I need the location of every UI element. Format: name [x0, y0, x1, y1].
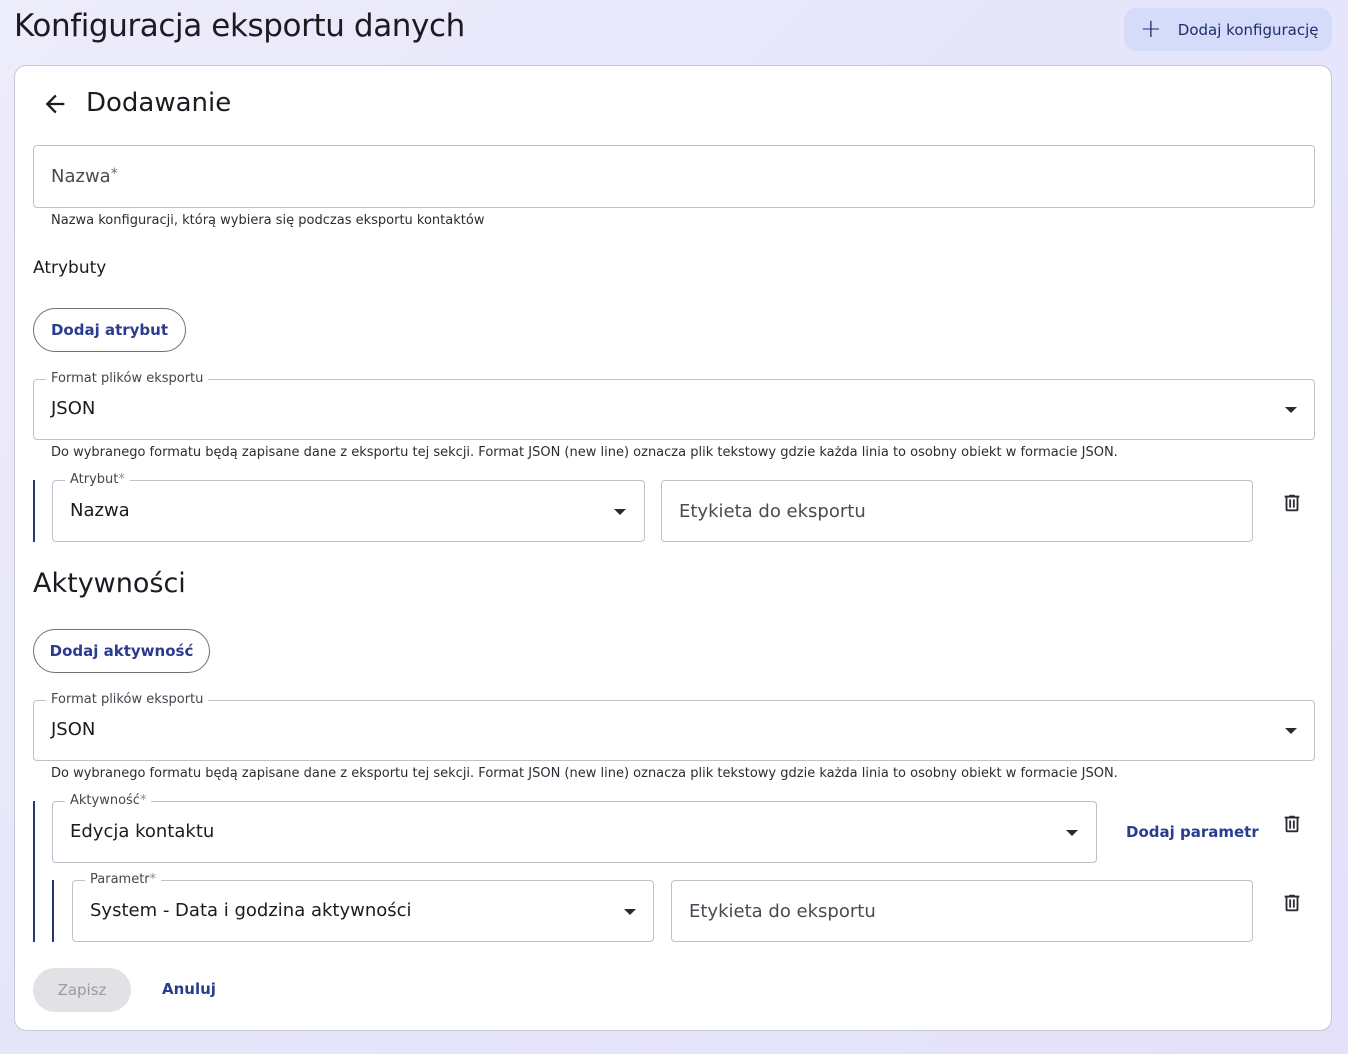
activities-format-select[interactable]: Format plików eksportu JSON — [33, 691, 1315, 761]
parameter-value: System - Data i godzina aktywności — [90, 900, 412, 921]
chevron-down-icon — [1066, 830, 1078, 836]
attributes-format-helper: Do wybranego formatu będą zapisane dane … — [51, 445, 1118, 460]
attribute-value: Nazwa — [70, 500, 130, 521]
attribute-export-label-placeholder: Etykieta do eksportu — [679, 501, 866, 522]
activity-value: Edycja kontaktu — [70, 821, 215, 842]
attribute-select[interactable]: Atrybut* Nazwa — [52, 471, 645, 542]
name-input[interactable]: Nazwa* — [33, 145, 1315, 208]
card-title: Dodawanie — [86, 88, 232, 118]
add-configuration-label: Dodaj konfigurację — [1177, 20, 1319, 39]
attributes-label: Atrybuty — [33, 258, 107, 278]
chevron-down-icon — [1285, 407, 1297, 413]
chevron-down-icon — [624, 909, 636, 915]
page-title: Konfiguracja eksportu danych — [14, 8, 465, 44]
add-attribute-button[interactable]: Dodaj atrybut — [33, 308, 186, 352]
add-parameter-button[interactable]: Dodaj parametr — [1126, 823, 1259, 841]
attribute-legend: Atrybut* — [65, 471, 130, 489]
parameter-export-label-input[interactable]: Etykieta do eksportu — [671, 880, 1253, 942]
save-button[interactable]: Zapisz — [33, 968, 131, 1012]
parameter-legend: Parametr* — [85, 871, 162, 889]
activity-legend: Aktywność* — [65, 792, 152, 810]
activities-format-legend: Format plików eksportu — [46, 691, 209, 709]
activities-title: Aktywności — [33, 568, 186, 599]
attributes-format-value: JSON — [51, 398, 96, 419]
activity-row-indicator — [33, 801, 35, 942]
add-activity-button[interactable]: Dodaj aktywność — [33, 629, 210, 673]
parameter-select[interactable]: Parametr* System - Data i godzina aktywn… — [72, 871, 654, 942]
attribute-export-label-input[interactable]: Etykieta do eksportu — [661, 480, 1253, 542]
attributes-format-select[interactable]: Format plików eksportu JSON — [33, 370, 1315, 440]
activities-format-value: JSON — [51, 719, 96, 740]
form-card: Dodawanie Nazwa* Nazwa konfiguracji, któ… — [14, 65, 1332, 1031]
parameter-row-indicator — [52, 880, 54, 942]
name-helper-text: Nazwa konfiguracji, którą wybiera się po… — [51, 213, 485, 228]
attribute-row-indicator — [33, 480, 35, 542]
attributes-format-legend: Format plików eksportu — [46, 370, 209, 388]
add-configuration-button[interactable]: + Dodaj konfigurację — [1124, 8, 1332, 51]
parameter-export-label-placeholder: Etykieta do eksportu — [689, 901, 876, 922]
chevron-down-icon — [614, 509, 626, 515]
plus-icon: + — [1140, 13, 1162, 44]
activity-select[interactable]: Aktywność* Edycja kontaktu — [52, 792, 1097, 863]
name-placeholder: Nazwa* — [51, 166, 118, 187]
trash-icon[interactable] — [1281, 891, 1303, 915]
trash-icon[interactable] — [1281, 491, 1303, 515]
chevron-down-icon — [1285, 728, 1297, 734]
cancel-button[interactable]: Anuluj — [162, 980, 216, 998]
arrow-left-icon[interactable] — [41, 90, 69, 118]
trash-icon[interactable] — [1281, 812, 1303, 836]
activities-format-helper: Do wybranego formatu będą zapisane dane … — [51, 766, 1118, 781]
